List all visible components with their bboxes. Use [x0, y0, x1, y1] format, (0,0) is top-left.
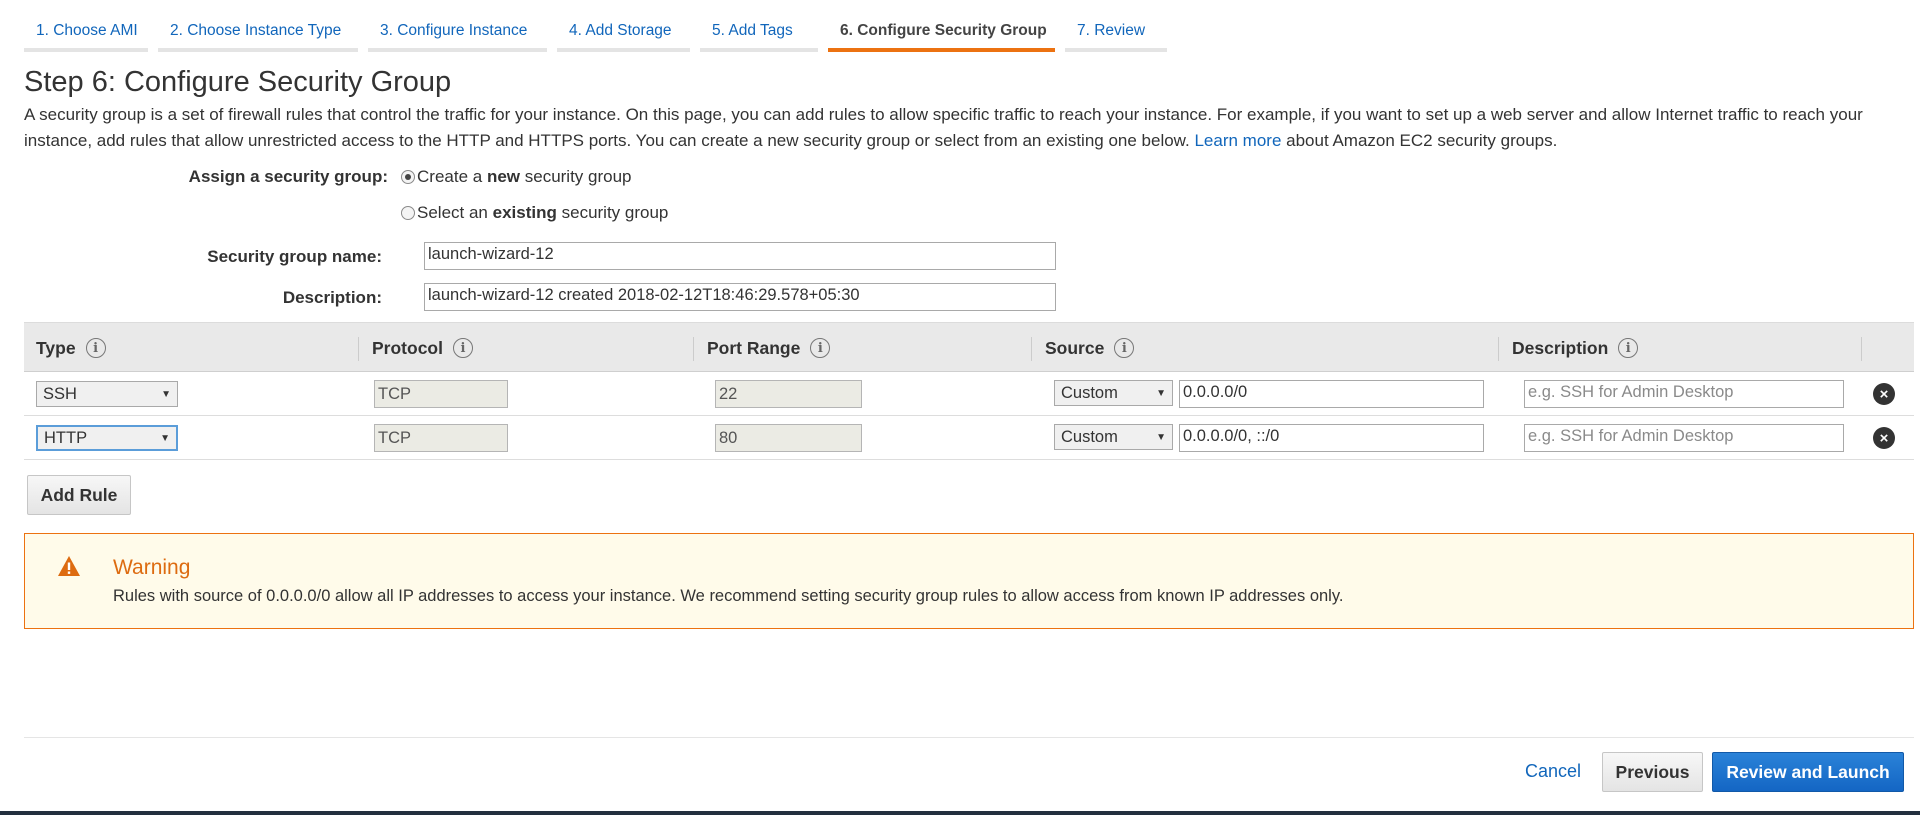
radio-new-text-suffix: security group: [524, 167, 632, 186]
page-title: Step 6: Configure Security Group: [24, 66, 452, 98]
header-description: Description i: [1512, 323, 1639, 373]
radio-new-text-prefix: Create a: [417, 167, 483, 186]
tab-choose-instance-type[interactable]: 2. Choose Instance Type: [158, 0, 358, 52]
caret-down-icon: ▼: [161, 388, 171, 400]
radio-select-existing[interactable]: Select an existing security group: [401, 203, 668, 223]
tab-choose-ami[interactable]: 1. Choose AMI: [24, 0, 148, 52]
rule-row: HTTP ▼ TCP 80 Custom ▼ 0.0.0.0/0, ::/0 e.g…: [24, 416, 1914, 460]
warning-triangle-icon: [58, 556, 80, 576]
security-group-description-label: Description:: [282, 288, 382, 307]
rule-source-type-select[interactable]: Custom ▼: [1054, 380, 1173, 406]
tab-configure-instance[interactable]: 3. Configure Instance: [368, 0, 547, 52]
previous-button[interactable]: Previous: [1602, 752, 1703, 792]
add-rule-button[interactable]: Add Rule: [27, 475, 131, 515]
rule-port-range-field: 80: [715, 424, 862, 452]
info-icon[interactable]: i: [1114, 338, 1135, 358]
security-group-description-input[interactable]: launch-wizard-12 created 2018-02-12T18:4…: [424, 283, 1056, 311]
wizard-tabs: 1. Choose AMI 2. Choose Instance Type 3.…: [24, 0, 1177, 52]
tab-review[interactable]: 7. Review: [1065, 0, 1167, 52]
radio-existing-text-bold: existing: [492, 203, 557, 222]
page-description: A security group is a set of firewall ru…: [24, 102, 1904, 154]
caret-down-icon: ▼: [1156, 387, 1166, 399]
info-icon[interactable]: i: [452, 338, 473, 358]
security-group-name-label: Security group name:: [207, 247, 382, 266]
warning-title: Warning: [113, 556, 191, 579]
radio-create-new[interactable]: Create a new security group: [401, 167, 632, 187]
info-icon[interactable]: i: [1618, 338, 1639, 358]
radio-existing-text-suffix: security group: [561, 203, 669, 222]
info-icon[interactable]: i: [810, 338, 831, 358]
rule-source-input[interactable]: 0.0.0.0/0: [1179, 380, 1484, 408]
rules-table-header: Type i Protocol i Port Range i Source i Desc…: [24, 322, 1914, 372]
console-footer-bar: [0, 811, 1920, 815]
learn-more-link[interactable]: Learn more: [1194, 131, 1281, 150]
radio-button-new[interactable]: [401, 170, 415, 184]
assign-group-label: Assign a security group:: [188, 167, 388, 186]
rule-protocol-field: TCP: [374, 424, 508, 452]
radio-button-existing[interactable]: [401, 206, 415, 220]
intro-text: A security group is a set of firewall ru…: [24, 105, 1863, 150]
remove-rule-icon[interactable]: ×: [1873, 383, 1895, 405]
rule-description-input[interactable]: e.g. SSH for Admin Desktop: [1524, 380, 1844, 408]
caret-down-icon: ▼: [1156, 431, 1166, 443]
rule-source-type-select[interactable]: Custom ▼: [1054, 424, 1173, 450]
cancel-button[interactable]: Cancel: [1525, 761, 1581, 782]
tab-configure-security-group[interactable]: 6. Configure Security Group: [828, 0, 1055, 52]
tab-add-tags[interactable]: 5. Add Tags: [700, 0, 818, 52]
info-icon[interactable]: i: [85, 338, 106, 358]
header-source: Source i: [1045, 323, 1135, 373]
footer-divider: [24, 737, 1914, 738]
rule-protocol-field: TCP: [374, 380, 508, 408]
remove-rule-icon[interactable]: ×: [1873, 427, 1895, 449]
header-type: Type i: [36, 323, 106, 373]
radio-existing-text-prefix: Select an: [417, 203, 488, 222]
rule-description-input[interactable]: e.g. SSH for Admin Desktop: [1524, 424, 1844, 452]
rule-type-select[interactable]: HTTP ▼: [36, 425, 178, 451]
rule-port-range-field: 22: [715, 380, 862, 408]
warning-box: Warning Rules with source of 0.0.0.0/0 a…: [24, 533, 1914, 629]
warning-text: Rules with source of 0.0.0.0/0 allow all…: [113, 587, 1344, 605]
rule-type-select[interactable]: SSH ▼: [36, 381, 178, 407]
header-port-range: Port Range i: [707, 323, 831, 373]
review-and-launch-button[interactable]: Review and Launch: [1712, 752, 1904, 792]
intro-suffix: about Amazon EC2 security groups.: [1281, 131, 1558, 150]
tab-add-storage[interactable]: 4. Add Storage: [557, 0, 690, 52]
security-group-name-input[interactable]: launch-wizard-12: [424, 242, 1056, 270]
rule-row: SSH ▼ TCP 22 Custom ▼ 0.0.0.0/0 e.g. SSH f…: [24, 372, 1914, 416]
radio-new-text-bold: new: [486, 167, 520, 186]
caret-down-icon: ▼: [160, 432, 170, 444]
inbound-rules-table: Type i Protocol i Port Range i Source i Desc…: [24, 322, 1914, 460]
header-protocol: Protocol i: [372, 323, 473, 373]
rule-source-input[interactable]: 0.0.0.0/0, ::/0: [1179, 424, 1484, 452]
